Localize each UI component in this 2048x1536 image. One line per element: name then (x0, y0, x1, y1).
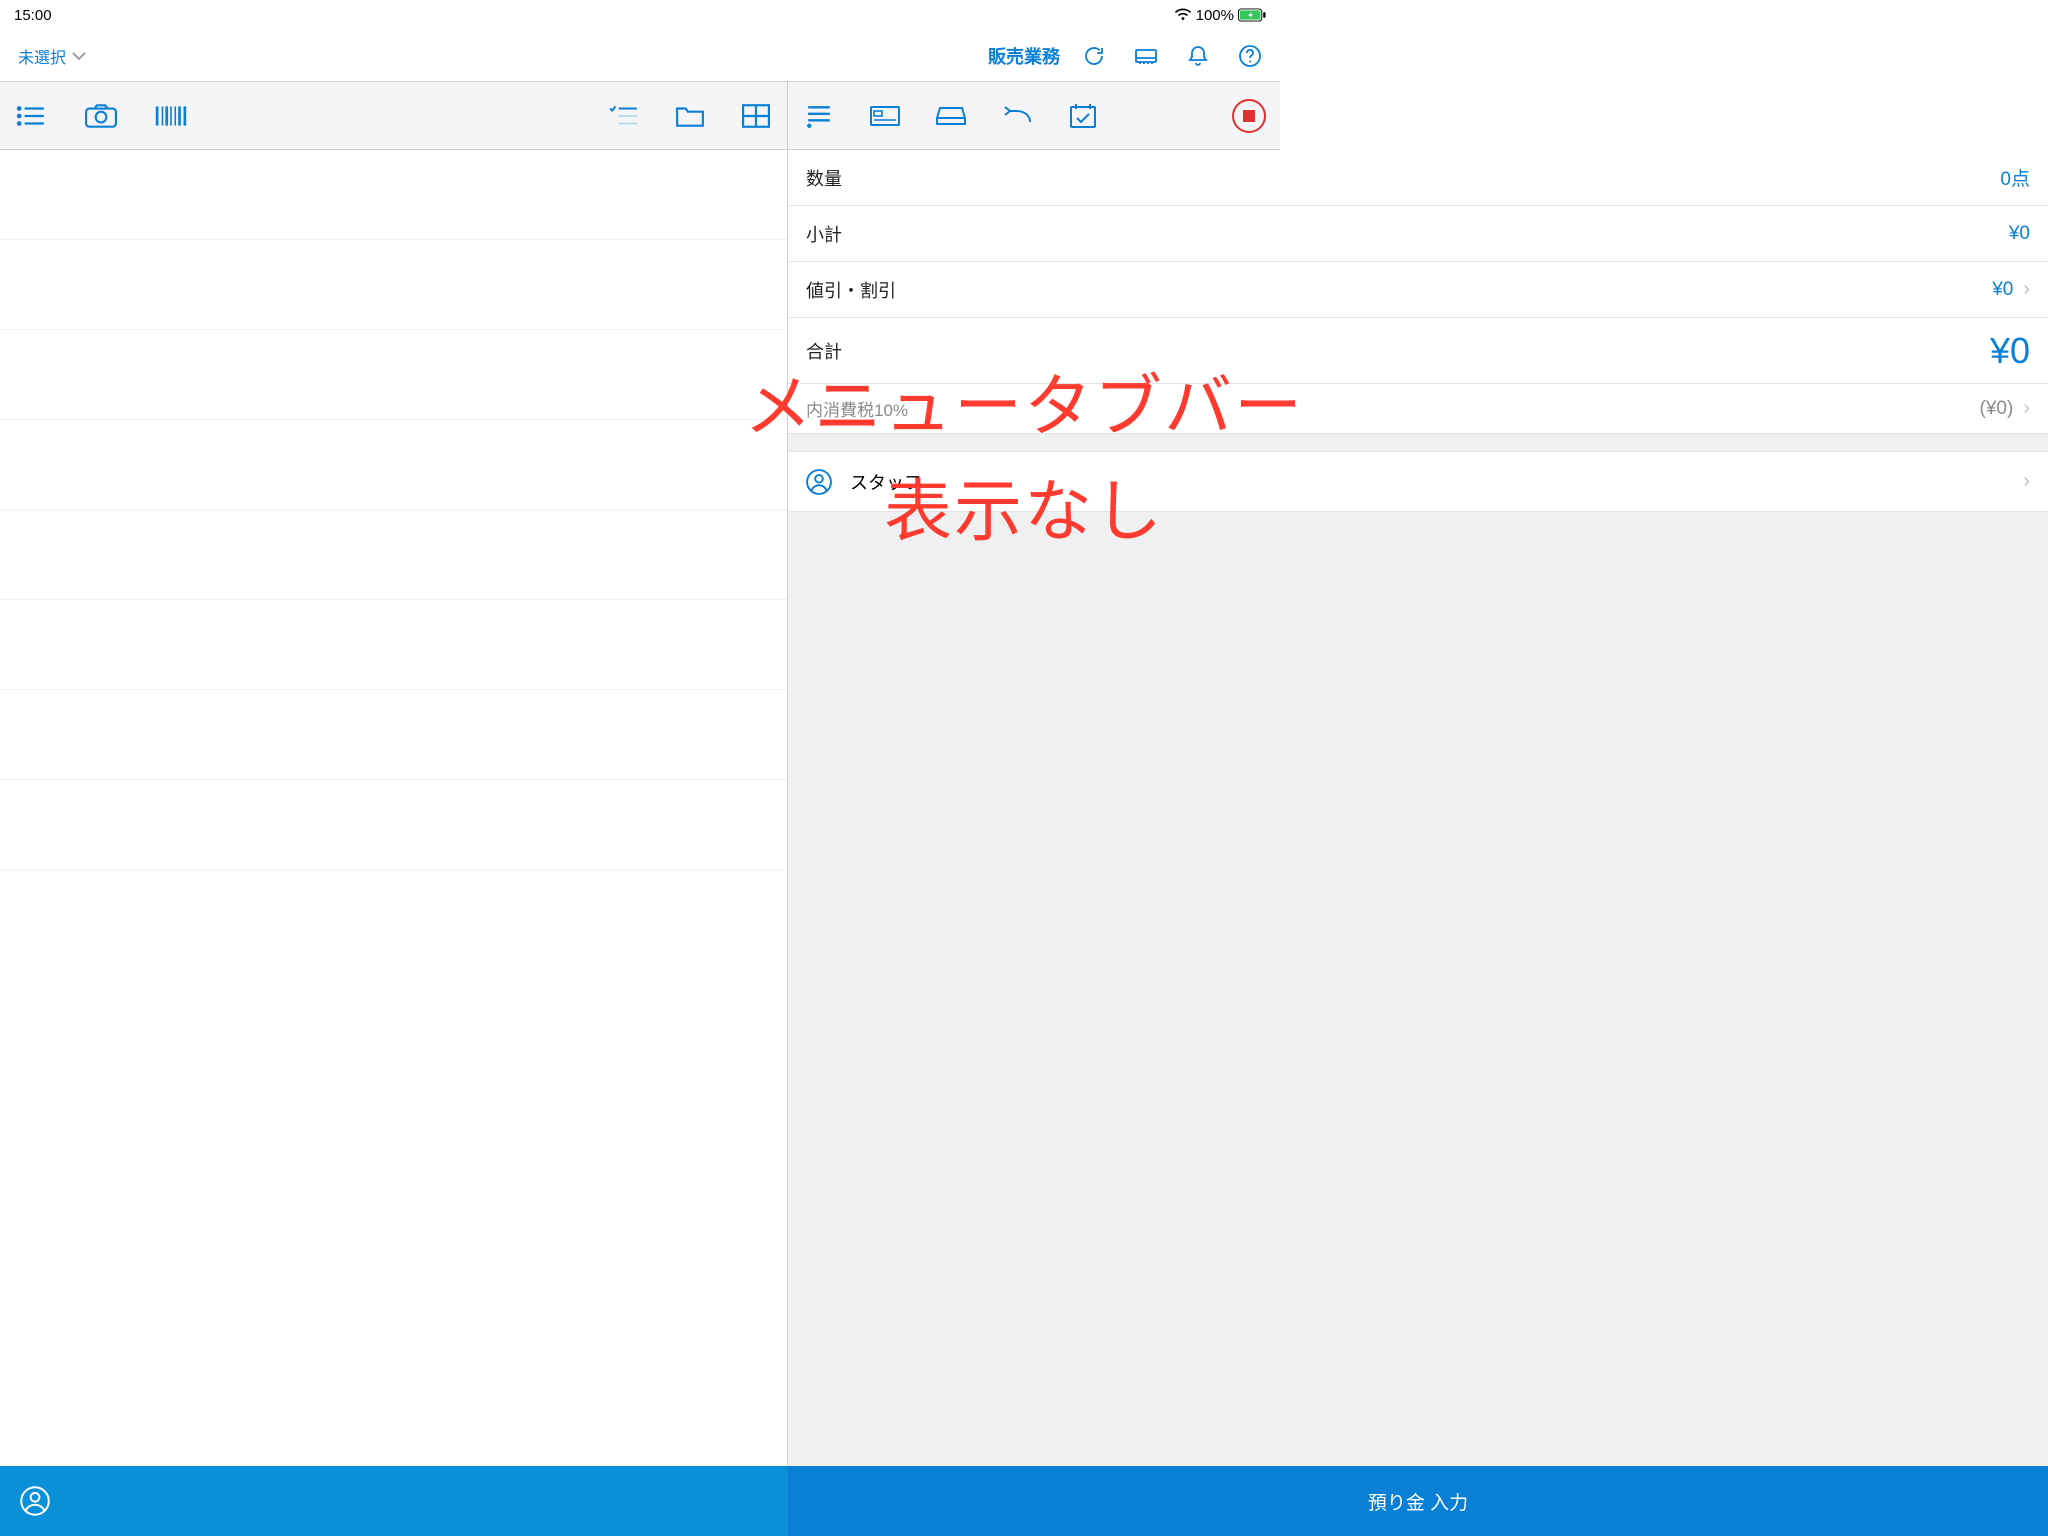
card-icon[interactable] (868, 101, 902, 131)
camera-icon[interactable] (84, 101, 118, 131)
folder-icon[interactable] (673, 101, 707, 131)
chevron-right-icon: › (2023, 278, 2030, 301)
user-icon (20, 1486, 50, 1516)
chevron-down-icon (72, 51, 86, 61)
qty-label: 数量 (806, 165, 842, 191)
register-selector-label: 未選択 (18, 44, 66, 68)
list-item (0, 240, 787, 330)
calendar-check-icon[interactable] (1066, 101, 1100, 131)
chevron-right-icon: › (2023, 470, 2030, 493)
help-icon[interactable] (1238, 44, 1262, 68)
deposit-button[interactable]: 預り金 入力 (788, 1466, 2048, 1536)
total-label: 合計 (806, 338, 842, 364)
toolbar-left (0, 82, 788, 149)
tray-icon[interactable] (934, 101, 968, 131)
total-row: 合計 ¥0 (788, 318, 2048, 384)
subtotal-label: 小計 (806, 221, 842, 247)
bell-icon[interactable] (1186, 44, 1210, 68)
grid-icon[interactable] (739, 101, 773, 131)
list-item (0, 330, 787, 420)
record-button[interactable] (1232, 99, 1266, 133)
list-item (0, 600, 787, 690)
list-item (0, 690, 787, 780)
qty-row: 数量 0点 (788, 150, 2048, 206)
chevron-right-icon: › (2023, 397, 2030, 420)
item-list-pane (0, 150, 788, 1466)
register-selector[interactable]: 未選択 (18, 44, 86, 68)
qty-value: 0点 (2000, 164, 2030, 191)
discount-row[interactable]: 値引・割引 ¥0 › (788, 262, 2048, 318)
total-value: ¥0 (1990, 330, 2030, 372)
staff-icon (806, 469, 832, 495)
status-bar: 15:00 100% (0, 0, 1280, 30)
battery-icon (1238, 8, 1266, 22)
discount-value: ¥0 (1992, 279, 2013, 301)
toolbar-right (788, 82, 1280, 149)
list-item (0, 150, 787, 240)
customer-bar[interactable] (0, 1466, 788, 1536)
status-right: 100% (1174, 7, 1266, 24)
main-content: 数量 0点 小計 ¥0 値引・割引 ¥0 › 合計 ¥0 内消費税10% (0, 150, 2048, 1466)
drawer-icon[interactable] (1134, 44, 1158, 68)
toolbar (0, 82, 1280, 150)
page-title: 販売業務 (988, 43, 1060, 69)
nav-actions (1082, 44, 1262, 68)
staff-row[interactable]: スタッフ › (788, 452, 2048, 512)
undo-icon[interactable] (1000, 101, 1034, 131)
checklist-icon[interactable] (607, 101, 641, 131)
deposit-label: 預り金 入力 (1368, 1488, 1468, 1515)
section-gap (788, 434, 2048, 452)
clock: 15:00 (14, 7, 52, 24)
add-line-icon[interactable] (802, 101, 836, 131)
tax-label: 内消費税10% (806, 396, 908, 421)
subtotal-value: ¥0 (2009, 223, 2030, 245)
tax-row[interactable]: 内消費税10% (¥0) › (788, 384, 2048, 434)
subtotal-row: 小計 ¥0 (788, 206, 2048, 262)
discount-label: 値引・割引 (806, 277, 896, 303)
tax-value: (¥0) (1980, 398, 2014, 420)
barcode-icon[interactable] (154, 101, 188, 131)
battery-percent: 100% (1196, 7, 1234, 24)
list-view-icon[interactable] (14, 101, 48, 131)
nav-bar: 未選択 販売業務 (0, 30, 1280, 82)
staff-label: スタッフ (850, 469, 922, 495)
list-item (0, 510, 787, 600)
list-item (0, 780, 787, 870)
summary-pane: 数量 0点 小計 ¥0 値引・割引 ¥0 › 合計 ¥0 内消費税10% (788, 150, 2048, 1466)
refresh-icon[interactable] (1082, 44, 1106, 68)
wifi-icon (1174, 8, 1192, 22)
bottom-bar: 預り金 入力 (0, 1466, 2048, 1536)
list-item (0, 420, 787, 510)
